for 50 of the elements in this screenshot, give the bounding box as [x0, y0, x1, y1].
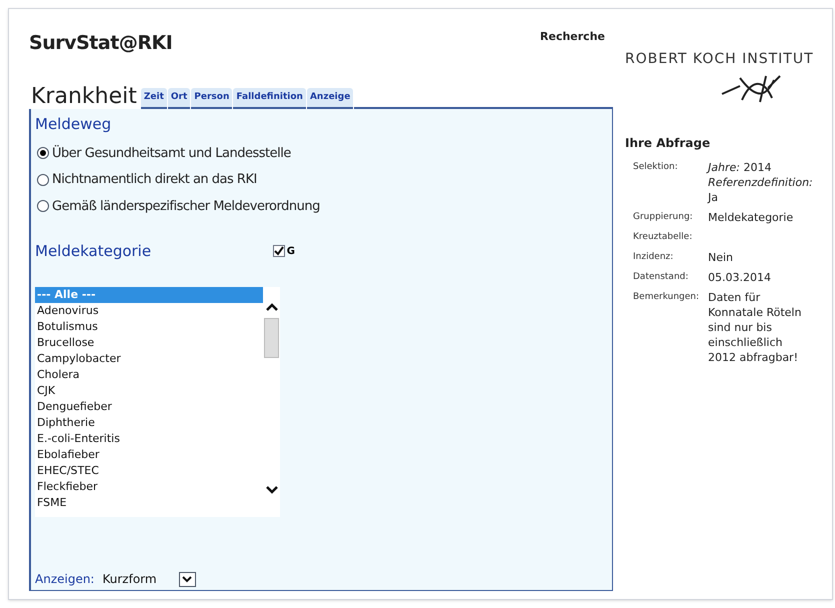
field-value: Meldekategorie: [708, 210, 794, 225]
tab[interactable]: Person: [191, 88, 232, 109]
disease-list[interactable]: --- Alle --- Adenovirus Botulismus Brucellose Campylobacter Cholera CJK Denguefieber Diphtherie E.-coli-Enteritis Ebolafieber EHEC/STEC Fleckfieber FSME: [35, 286, 280, 516]
list-item[interactable]: EHEC/STEC: [35, 462, 263, 478]
field-label: Datenstand:: [633, 271, 690, 284]
tab[interactable]: Ort: [168, 88, 190, 109]
list-item[interactable]: Brucellose: [35, 334, 263, 350]
radio-button[interactable]: [37, 147, 49, 160]
radio-label: Gemäß länderspezifischer Meldeverordnung: [52, 198, 320, 216]
list-item[interactable]: E.-coli-Enteritis: [35, 430, 263, 446]
field-label: Bemerkungen:: [633, 291, 700, 304]
field-value: Daten für Konnatale Röteln sind nur bis einschließlich 2012 abfragbar!: [708, 290, 802, 365]
radio-label: Nichtnamentlich direkt an das RKI: [52, 171, 257, 189]
dropdown-button[interactable]: [178, 572, 196, 586]
list-item[interactable]: Diphtherie: [35, 414, 263, 430]
field-label: Selektion:: [633, 161, 679, 174]
checkbox[interactable]: [272, 245, 285, 258]
list-item[interactable]: Denguefieber: [35, 398, 263, 414]
list-item[interactable]: Botulismus: [35, 318, 263, 334]
list-item[interactable]: Campylobacter: [35, 350, 263, 366]
list-item[interactable]: Cholera: [35, 366, 263, 382]
list-item[interactable]: Ebolafieber: [35, 446, 263, 462]
list-item[interactable]: Adenovirus: [35, 302, 263, 318]
field-label: Kreuztabelle:: [633, 231, 694, 244]
scroll-down-icon[interactable]: [266, 484, 278, 494]
scroll-up-icon[interactable]: [266, 302, 278, 312]
tab[interactable]: Anzeige: [306, 88, 354, 109]
radio-label: Über Gesundheitsamt und Landesstelle: [52, 144, 291, 162]
tab[interactable]: Falldefinition: [233, 88, 306, 109]
recherche-link[interactable]: Recherche: [540, 29, 605, 46]
caret-icon: [182, 576, 192, 582]
field-label: Gruppierung:: [633, 211, 694, 224]
display-label: Anzeigen:: [35, 571, 94, 588]
logo-text: ROBERT KOCH INSTITUT: [625, 50, 815, 69]
display-value: Kurzform: [102, 571, 157, 588]
radio-button[interactable]: [37, 174, 49, 186]
field-label: Inzidenz:: [633, 251, 674, 264]
radio-button[interactable]: [37, 200, 49, 212]
list-item[interactable]: FSME: [35, 494, 263, 510]
app-title: SurvStat@RKI: [29, 31, 172, 56]
section-heading: Meldekategorie: [35, 241, 152, 262]
section-heading: Meldeweg: [35, 114, 112, 135]
field-value: Nein: [708, 250, 734, 265]
list-item[interactable]: CJK: [35, 382, 263, 398]
tab[interactable]: Zeit: [140, 88, 167, 109]
list-item[interactable]: Fleckfieber: [35, 478, 263, 494]
section-heading: Ihre Abfrage: [625, 135, 712, 152]
scrollbar-thumb[interactable]: [264, 318, 279, 358]
checkbox-label: G: [286, 244, 295, 259]
field-value: 05.03.2014: [708, 270, 772, 285]
